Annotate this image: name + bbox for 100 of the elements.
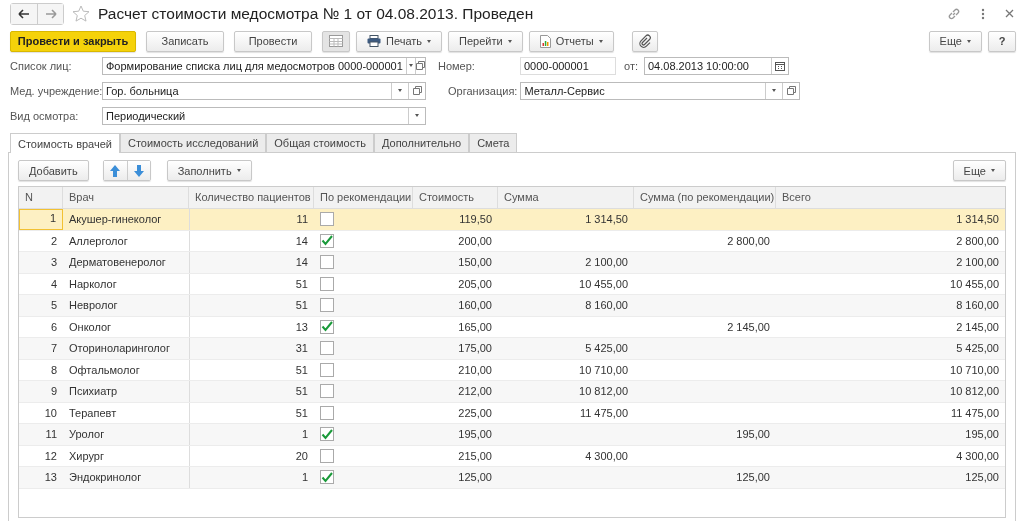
more-button[interactable]: Еще	[928, 30, 982, 52]
table-cell: 125,00	[736, 471, 770, 483]
organization-field[interactable]: Металл-Сервис	[520, 81, 801, 100]
back-arrow-icon	[18, 8, 30, 19]
column-header[interactable]: Количество пациентов	[189, 187, 314, 208]
close-icon[interactable]	[1005, 9, 1014, 18]
row-number: 9	[49, 384, 58, 399]
table-cell-text: Аллерголог	[68, 233, 129, 249]
open-window-icon[interactable]	[412, 86, 422, 95]
table-cell: 31	[189, 338, 314, 359]
calendar-icon[interactable]	[775, 60, 785, 71]
tab[interactable]: Дополнительно	[373, 133, 470, 152]
table-cell-text: 8 160,00	[955, 298, 1000, 313]
attach-button[interactable]	[631, 30, 658, 52]
save-button[interactable]: Записать	[146, 30, 224, 52]
row-number: 1	[19, 209, 63, 230]
date-field[interactable]: 04.08.2013 10:00:00	[644, 56, 789, 75]
column-header[interactable]: Стоимость	[413, 187, 498, 208]
checkbox[interactable]	[320, 212, 334, 226]
caret-icon	[427, 39, 432, 43]
table-cell-text: 10 812,00	[949, 384, 1000, 399]
checkbox[interactable]	[320, 448, 334, 463]
help-button[interactable]: ?	[988, 30, 1016, 52]
caret-icon	[772, 89, 777, 92]
checkbox[interactable]	[320, 470, 334, 484]
back-button[interactable]	[11, 3, 37, 24]
table-cell: 1	[189, 467, 314, 488]
fill-button[interactable]: Заполнить	[166, 160, 252, 181]
column-header[interactable]: Всего	[776, 187, 1005, 208]
more-button[interactable]: Еще	[952, 160, 1006, 181]
row-number: 2	[49, 233, 58, 249]
column-header[interactable]: Сумма	[498, 187, 634, 208]
row-number: 6	[49, 319, 58, 335]
table-view-button[interactable]	[322, 30, 350, 52]
table-cell: 1	[189, 424, 314, 445]
tab[interactable]: Стоимость исследований	[119, 133, 267, 152]
report-chart-icon	[539, 34, 551, 48]
column-header[interactable]: N	[19, 187, 63, 208]
checkbox[interactable]	[320, 276, 334, 291]
more-icon[interactable]	[981, 7, 985, 20]
star-icon[interactable]	[72, 4, 90, 23]
checkbox[interactable]	[320, 362, 334, 377]
caret-icon	[408, 64, 413, 67]
table-cell: 4 300,00	[585, 449, 628, 462]
column-header[interactable]: По рекомендации	[314, 187, 413, 208]
table-cell: 51	[189, 381, 314, 402]
table-cell-text: 11 475,00	[949, 405, 1000, 421]
caret-icon	[507, 39, 512, 43]
persons-list-field[interactable]: Формирование списка лиц для медосмотров 0000-000001	[102, 56, 426, 75]
move-up-button[interactable]	[103, 161, 127, 180]
table-cell: 10 710,00	[579, 363, 628, 376]
go-to-button[interactable]: Перейти	[448, 30, 523, 52]
checkbox[interactable]	[320, 341, 334, 355]
row-number: 5	[49, 298, 58, 313]
checkbox[interactable]	[320, 405, 334, 420]
table-row[interactable]: 7 Оториноларинголог 31 175,00 5 425,00 5 425,00	[19, 338, 1005, 360]
table-row[interactable]: 9 Психиатр 51 212,00 10 812,00 10 812,00	[19, 381, 1005, 403]
med-institution-field[interactable]: Гор. больница	[102, 81, 426, 100]
table-cell-text: 210,00	[457, 362, 493, 378]
checkbox[interactable]	[320, 319, 334, 334]
exam-type-field[interactable]: Периодический	[102, 106, 426, 125]
add-button[interactable]: Добавить	[18, 160, 89, 181]
checkbox[interactable]	[320, 384, 334, 398]
column-header[interactable]: Сумма (по рекомендации)	[634, 187, 776, 208]
open-window-icon[interactable]	[786, 86, 796, 95]
table-row[interactable]: 3 Дерматовенеролог 14 150,00 2 100,00 2 100,00	[19, 252, 1005, 274]
checkbox[interactable]	[320, 255, 334, 269]
table-row[interactable]: 5 Невролог 51 160,00 8 160,00 8 160,00	[19, 295, 1005, 317]
checkbox[interactable]	[320, 427, 334, 441]
table-cell-text: 10 455,00	[949, 276, 1000, 292]
table-row[interactable]: 11 Уролог 1 195,00 195,00 195,00	[19, 424, 1005, 446]
caret-icon	[415, 114, 419, 117]
open-window-icon[interactable]	[416, 61, 425, 70]
caret-icon	[236, 169, 241, 172]
table-row[interactable]: 13 Эндокринолог 1 125,00 125,00 125,00	[19, 467, 1005, 489]
caret-icon	[398, 89, 402, 92]
column-header[interactable]: Врач	[63, 187, 189, 208]
number-field[interactable]: 0000-000001	[520, 56, 616, 75]
up-arrow-icon	[110, 164, 121, 177]
post-and-close-button[interactable]: Провести и закрыть	[10, 30, 136, 52]
row-number: 8	[49, 362, 58, 378]
print-button[interactable]: Печать	[356, 30, 443, 52]
checkbox[interactable]	[320, 233, 334, 248]
tab[interactable]: Стоимость врачей	[10, 133, 120, 153]
table-cell-text: Акушер-гинеколог	[68, 212, 163, 227]
table-cell-text: Терапевт	[68, 405, 118, 421]
checkbox[interactable]	[320, 298, 334, 312]
tab[interactable]: Смета	[469, 133, 518, 152]
table-row[interactable]: 1 Акушер-гинеколог 11 119,50 1 314,50 1 314,50	[19, 209, 1005, 231]
move-down-button[interactable]	[126, 161, 150, 180]
caret-icon	[967, 39, 971, 43]
post-button[interactable]: Провести	[234, 30, 312, 52]
link-icon[interactable]	[947, 6, 961, 21]
table-cell-text: 200,00	[457, 233, 493, 249]
reports-button[interactable]: Отчеты	[528, 30, 614, 52]
table-cell: 8 160,00	[585, 299, 628, 311]
field-label: Номер:	[438, 59, 476, 72]
tab[interactable]: Общая стоимость	[266, 133, 374, 152]
table-cell: 195,00	[736, 428, 770, 440]
table-cell: 51	[189, 295, 314, 316]
